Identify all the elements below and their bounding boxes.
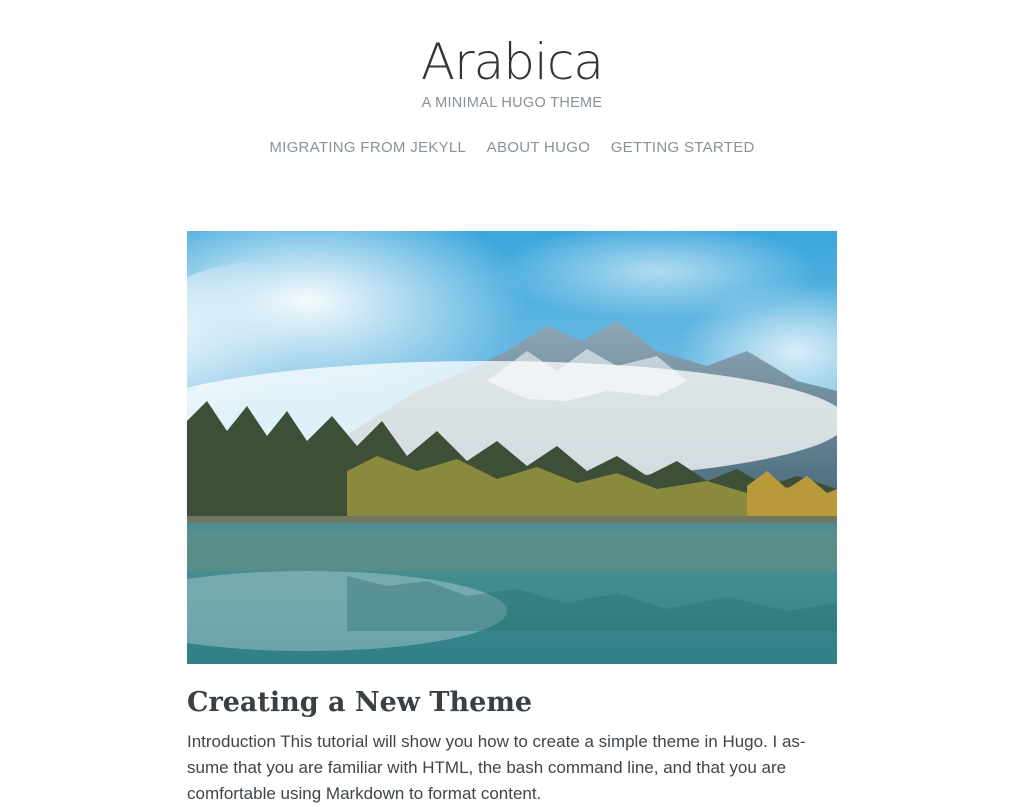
site-subtitle: A MINIMAL HUGO THEME: [421, 95, 603, 111]
site-header: Arabica A MINIMAL HUGO THEME MIGRATING F…: [0, 0, 1024, 156]
nav-item-migrating-from-jekyll[interactable]: MIGRATING FROM JEKYLL: [269, 139, 466, 156]
post-card: Creating a New Theme Introduction This t…: [187, 231, 837, 807]
landscape-image: [187, 231, 837, 664]
main-nav: MIGRATING FROM JEKYLL ABOUT HUGO GETTING…: [0, 139, 1024, 156]
site-title[interactable]: Arabica: [421, 32, 604, 92]
post-excerpt: Introduction This tutorial will show you…: [187, 732, 806, 803]
post-title[interactable]: Creating a New Theme: [187, 686, 837, 720]
nav-item-about-hugo[interactable]: ABOUT HUGO: [487, 139, 591, 156]
post-featured-image[interactable]: [187, 231, 837, 664]
nav-item-getting-started[interactable]: GETTING STARTED: [611, 139, 755, 156]
